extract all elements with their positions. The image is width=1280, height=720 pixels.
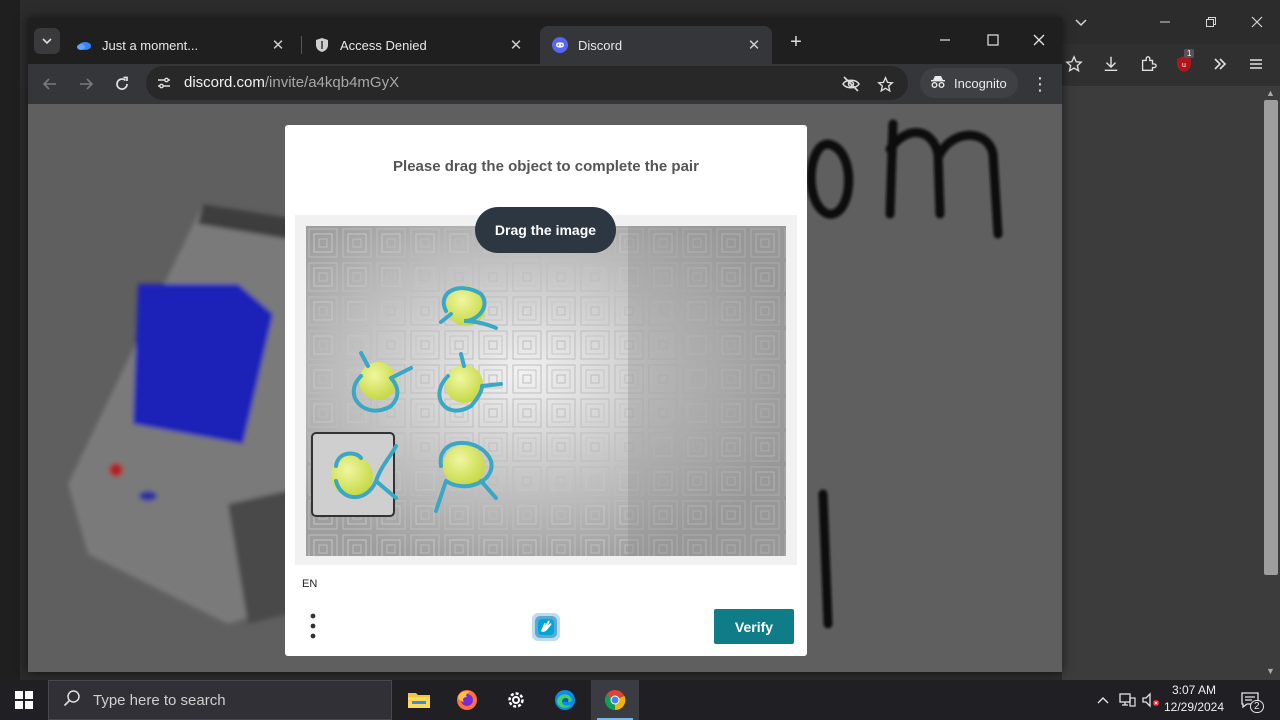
page-viewport: Please drag the object to complete the p… [28, 104, 1062, 672]
browser-toolbar: discord.com/invite/a4kqb4mGyX Incognito … [28, 64, 1062, 104]
desktop-strip [0, 0, 20, 680]
scroll-down-icon[interactable]: ▼ [1266, 666, 1275, 676]
url-host: discord.com [184, 74, 265, 91]
drag-hint-pill: Drag the image [475, 207, 616, 253]
tab-label: Just a moment... [102, 37, 199, 53]
close-tab-icon[interactable]: ✕ [266, 33, 290, 57]
downloads-icon[interactable] [1099, 52, 1123, 76]
address-bar[interactable]: discord.com/invite/a4kqb4mGyX [146, 66, 908, 100]
notification-center-icon[interactable]: 2 [1236, 680, 1264, 720]
ball-ring-object-2 [351, 351, 413, 413]
extension-badge: 1 [1184, 49, 1195, 58]
ball-ring-object-3 [437, 352, 503, 413]
edge-icon[interactable] [541, 680, 589, 720]
network-icon[interactable] [1116, 680, 1138, 720]
chrome-window: Just a moment... ✕ Access Denied ✕ Disco… [28, 18, 1062, 672]
clock-date: 12/29/2024 [1163, 700, 1225, 714]
tray-overflow-chevron-icon[interactable] [1094, 680, 1112, 720]
captcha-instruction: Please drag the object to complete the p… [393, 158, 699, 175]
forward-arrow-icon[interactable] [72, 70, 100, 98]
outer-restore-button[interactable] [1196, 8, 1226, 36]
incognito-label: Incognito [954, 75, 1007, 91]
tab-discord[interactable]: Discord ✕ [540, 26, 772, 64]
settings-gear-icon[interactable] [492, 680, 540, 720]
captcha-stage: Drag the image [295, 207, 797, 565]
chrome-icon[interactable] [591, 680, 639, 720]
notification-count-badge: 2 [1250, 700, 1264, 713]
svg-text:u: u [1182, 62, 1186, 69]
ublock-extension-icon[interactable]: u 1 [1172, 49, 1196, 76]
hamburger-menu-icon[interactable] [1244, 52, 1268, 76]
windows-taskbar: Type here to search 3:07 AM 12/29/2024 2 [0, 680, 1280, 720]
scroll-up-icon[interactable]: ▲ [1266, 88, 1275, 98]
tab-label: Access Denied [340, 37, 427, 53]
clock-time: 3:07 AM [1171, 683, 1217, 697]
close-tab-icon[interactable]: ✕ [504, 33, 528, 57]
extensions-puzzle-icon[interactable] [1136, 52, 1160, 76]
discord-favicon-icon [552, 37, 568, 53]
shield-favicon-icon [314, 37, 330, 53]
ball-ring-object-4 [434, 440, 498, 513]
tab-search-button[interactable] [34, 28, 60, 54]
taskbar-search-box[interactable]: Type here to search [48, 680, 392, 720]
minimize-button[interactable] [922, 24, 968, 56]
captcha-puzzle-canvas[interactable] [306, 226, 786, 556]
outer-minimize-button[interactable] [1150, 8, 1180, 36]
close-tab-icon[interactable]: ✕ [742, 33, 766, 57]
firefox-icon[interactable] [443, 680, 491, 720]
new-tab-button[interactable]: + [784, 30, 808, 54]
url-text[interactable]: discord.com/invite/a4kqb4mGyX [184, 74, 399, 91]
site-info-tune-icon[interactable] [156, 75, 172, 91]
tab-strip: Just a moment... ✕ Access Denied ✕ Disco… [28, 18, 1062, 64]
hcaptcha-logo-icon [528, 609, 564, 645]
volume-muted-icon[interactable] [1140, 680, 1162, 720]
language-selector[interactable]: EN [302, 578, 317, 590]
chrome-menu-kebab-icon[interactable]: ⋮ [1030, 72, 1050, 96]
outer-scrollbar-thumb[interactable] [1264, 100, 1278, 575]
bookmark-star-icon[interactable] [1062, 52, 1086, 76]
close-window-button[interactable] [1016, 24, 1062, 56]
verify-button[interactable]: Verify [714, 609, 794, 644]
windows-start-icon[interactable] [0, 680, 48, 720]
outer-browser-content [1062, 86, 1280, 680]
tab-access-denied[interactable]: Access Denied ✕ [302, 26, 534, 64]
back-arrow-icon[interactable] [36, 70, 64, 98]
reload-icon[interactable] [108, 70, 136, 98]
system-clock[interactable]: 3:07 AM 12/29/2024 [1162, 682, 1226, 716]
more-chevrons-icon[interactable] [1208, 52, 1232, 76]
eye-slash-icon[interactable] [841, 74, 861, 94]
cloud-favicon-icon [76, 37, 92, 53]
outer-tab-list-chevron-icon[interactable] [1066, 8, 1096, 36]
captcha-modal: Please drag the object to complete the p… [285, 125, 807, 656]
incognito-indicator[interactable]: Incognito [920, 68, 1018, 98]
captcha-menu-icon[interactable] [303, 611, 323, 641]
outer-close-button[interactable] [1242, 8, 1272, 36]
draggable-piece [311, 432, 398, 517]
url-path: /invite/a4kqb4mGyX [264, 74, 400, 91]
ball-ring-object-1 [439, 286, 498, 330]
file-explorer-icon[interactable] [395, 680, 443, 720]
search-icon [63, 689, 81, 711]
bookmark-star-icon[interactable] [875, 74, 895, 94]
search-placeholder: Type here to search [93, 691, 226, 709]
incognito-icon [930, 75, 946, 92]
maximize-button[interactable] [970, 24, 1016, 56]
puzzle-objects [311, 286, 503, 517]
tab-just-a-moment[interactable]: Just a moment... ✕ [64, 26, 296, 64]
tab-label: Discord [578, 37, 623, 53]
